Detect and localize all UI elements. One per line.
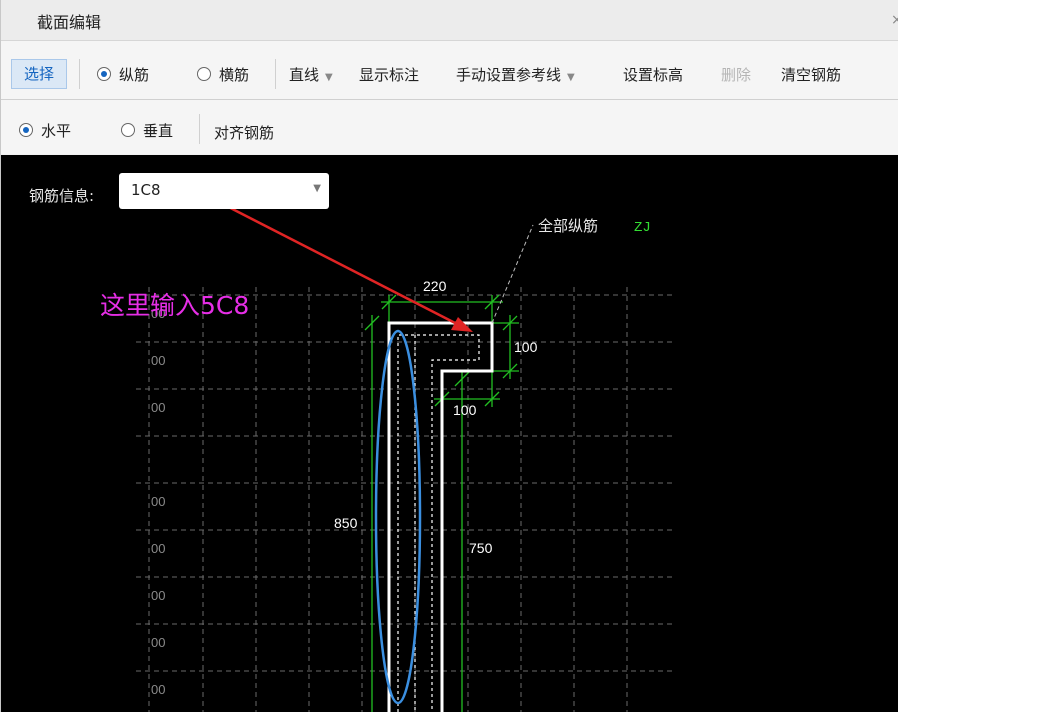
grid-label: 00	[151, 400, 165, 415]
grid-labels: 00 00 00 00 00 00 00 00	[151, 306, 165, 697]
toolbar-secondary: 水平 垂直 对齐钢筋	[1, 100, 898, 154]
delete-button[interactable]: 删除	[721, 64, 751, 85]
clear-rebar-button[interactable]: 清空钢筋	[781, 64, 841, 85]
line-mode-label: 直线	[289, 66, 320, 84]
radio-horizontal-label[interactable]: 水平	[41, 120, 71, 141]
radio-transverse-label[interactable]: 横筋	[219, 64, 249, 85]
dim-step-label: 100	[453, 402, 477, 418]
rebar-info-value[interactable]: 1C8	[131, 181, 161, 199]
show-dims-button[interactable]: 显示标注	[359, 64, 419, 85]
title-bar: 截面编辑 ×	[1, 0, 898, 41]
dim-right-label: 100	[514, 339, 538, 355]
section-outline	[387, 321, 494, 712]
manual-ref-lines-dropdown[interactable]: 手动设置参考线 ▼	[456, 64, 575, 85]
grid-label: 00	[151, 353, 165, 368]
radio-longitudinal-label[interactable]: 纵筋	[119, 64, 149, 85]
callout-code: ZJ	[634, 220, 651, 236]
radio-transverse-icon[interactable]	[197, 67, 211, 81]
radio-longitudinal-icon[interactable]	[97, 67, 111, 81]
annotation-note: 这里输入5C8	[100, 291, 250, 320]
dim-left-label: 850	[334, 515, 358, 531]
section-drawing: 00 00 00 00 00 00 00 00 220 100 100 850 …	[136, 195, 673, 712]
toolbar-primary: 选择 纵筋 横筋 直线 ▼ 显示标注 手动设置参考线 ▼ 设置标高 删除 清空钢筋	[1, 41, 898, 100]
select-button[interactable]: 选择	[11, 59, 67, 89]
toolbar-divider	[275, 59, 276, 89]
window-title: 截面编辑	[37, 13, 102, 32]
dim-inner-label: 750	[469, 540, 493, 556]
drawing-canvas[interactable]: 00 00 00 00 00 00 00 00 220 100 100 850 …	[1, 155, 898, 712]
chevron-down-icon: ▼	[325, 72, 333, 83]
chevron-down-icon: ▼	[567, 72, 575, 83]
radio-vertical-label[interactable]: 垂直	[143, 120, 173, 141]
grid-lines	[136, 287, 673, 712]
manual-ref-lines-label: 手动设置参考线	[456, 66, 562, 84]
grid-label: 00	[151, 588, 165, 603]
grid-label: 00	[151, 494, 165, 509]
set-elevation-button[interactable]: 设置标高	[623, 64, 683, 85]
callout-label: 全部纵筋	[538, 217, 598, 235]
toolbar-divider	[199, 114, 200, 144]
callout-leader	[491, 224, 534, 324]
align-rebar-button[interactable]: 对齐钢筋	[214, 122, 274, 143]
dim-top-label: 220	[423, 278, 447, 294]
chevron-down-icon[interactable]: ▼	[313, 183, 321, 194]
grid-label: 00	[151, 541, 165, 556]
close-icon[interactable]: ×	[891, 12, 898, 28]
rebar-path	[397, 334, 480, 712]
rebar-info-label: 钢筋信息:	[29, 187, 95, 205]
grid-label: 00	[151, 682, 165, 697]
radio-vertical-icon[interactable]	[121, 123, 135, 137]
line-mode-dropdown[interactable]: 直线 ▼	[289, 64, 333, 85]
rebar-info-combobox[interactable]: 1C8 ▼	[119, 173, 329, 209]
radio-horizontal-icon[interactable]	[19, 123, 33, 137]
dimension-labels: 220 100 100 850 750	[334, 278, 538, 556]
grid-label: 00	[151, 635, 165, 650]
section-editor-window: 截面编辑 × 选择 纵筋 横筋 直线 ▼ 显示标注 手动设置参考线 ▼ 设置标高 删…	[0, 0, 898, 712]
toolbar-divider	[79, 59, 80, 89]
